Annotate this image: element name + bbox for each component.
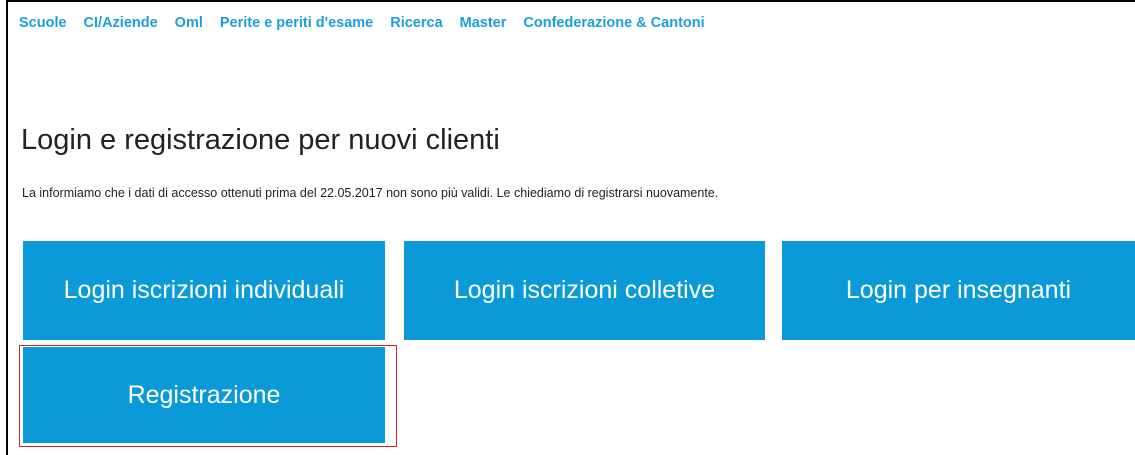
nav-link-ricerca[interactable]: Ricerca bbox=[390, 15, 442, 31]
nav-link-scuole[interactable]: Scuole bbox=[19, 15, 67, 31]
login-teachers-button[interactable]: Login per insegnanti bbox=[782, 241, 1135, 340]
login-individual-enrollment-button[interactable]: Login iscrizioni individuali bbox=[23, 241, 385, 340]
login-teachers-label: Login per insegnanti bbox=[845, 276, 1072, 304]
login-collective-enrollment-button[interactable]: Login iscrizioni colletive bbox=[404, 241, 765, 340]
nav-link-master[interactable]: Master bbox=[460, 15, 507, 31]
nav-link-oml[interactable]: Oml bbox=[175, 15, 203, 31]
login-individual-enrollment-label: Login iscrizioni individuali bbox=[63, 276, 345, 304]
registration-label: Registrazione bbox=[127, 380, 281, 409]
login-collective-enrollment-label: Login iscrizioni colletive bbox=[453, 276, 716, 304]
nav-link-ci-aziende[interactable]: CI/Aziende bbox=[84, 15, 158, 31]
access-notice: La informiamo che i dati di accesso otte… bbox=[22, 186, 719, 200]
nav-link-periti-esame[interactable]: Perite e periti d'esame bbox=[220, 15, 373, 31]
nav-link-confederazione-cantoni[interactable]: Confederazione & Cantoni bbox=[523, 15, 704, 31]
page-title: Login e registrazione per nuovi clienti bbox=[21, 124, 500, 156]
registration-button[interactable]: Registrazione bbox=[23, 347, 385, 443]
top-navigation: Scuole CI/Aziende Oml Perite e periti d'… bbox=[19, 15, 722, 31]
